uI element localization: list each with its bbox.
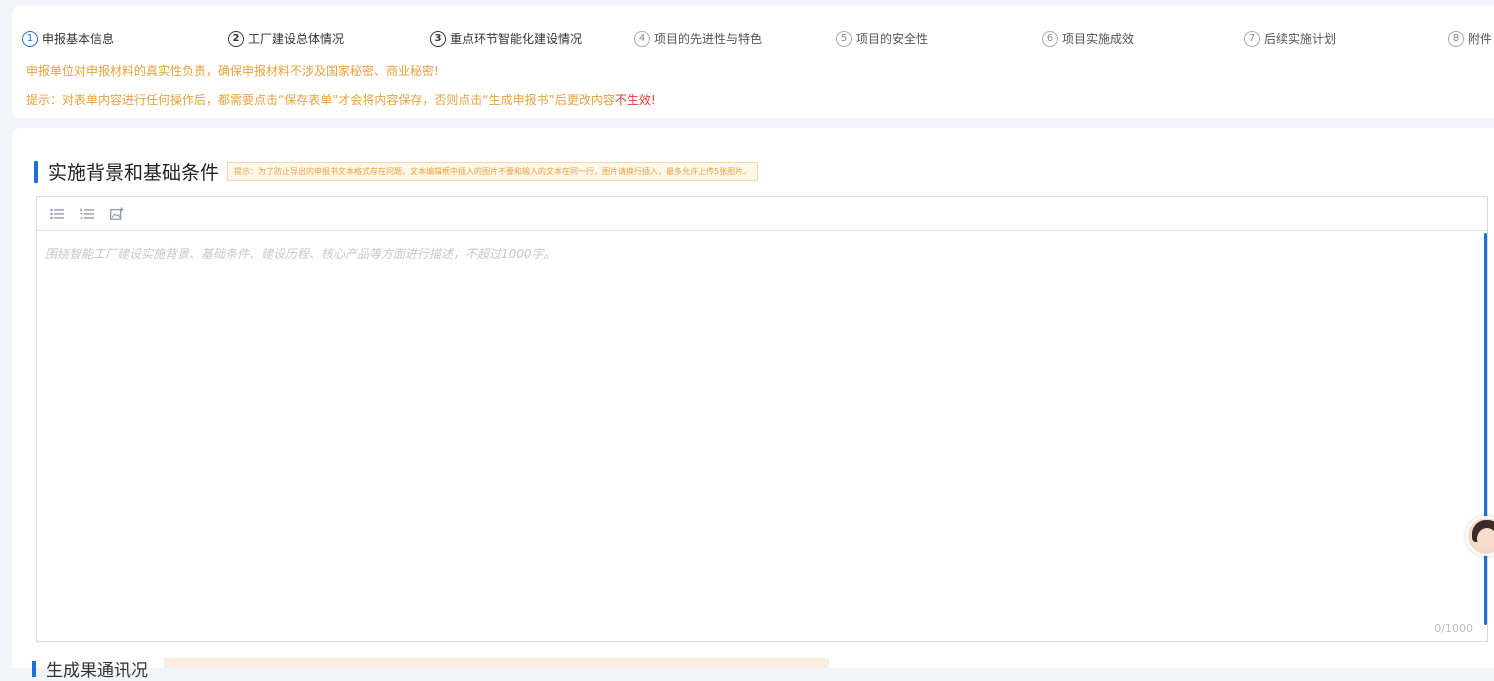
unordered-list-icon[interactable] <box>49 206 65 222</box>
editor-textarea[interactable]: 围绕智能工厂建设实施背景、基础条件、建设历程、核心产品等方面进行描述，不超过10… <box>37 231 1487 641</box>
image-insert-icon[interactable] <box>109 206 125 222</box>
step-label: 项目的安全性 <box>856 32 929 46</box>
char-counter: 0/1000 <box>1434 622 1473 635</box>
step-1[interactable]: 1 申报基本信息 <box>22 30 114 47</box>
step-label: 重点环节智能化建设情况 <box>450 32 583 46</box>
save-hint-warning: 不生效! <box>614 93 656 107</box>
section-title: 实施背景和基础条件 <box>48 162 220 184</box>
step-label: 附件 <box>1468 32 1493 46</box>
step-label: 申报基本信息 <box>42 32 115 46</box>
step-7[interactable]: 7 后续实施计划 <box>1244 30 1336 47</box>
save-hint-text: 提示：对表单内容进行任何操作后，都需要点击“保存表单”才会将内容保存，否则点击“… <box>26 93 615 107</box>
step-4[interactable]: 4 项目的先进性与特色 <box>634 30 762 47</box>
confidentiality-notice: 申报单位对申报材料的真实性负责，确保申报材料不涉及国家秘密、商业秘密! <box>26 64 439 78</box>
step-label: 后续实施计划 <box>1264 32 1337 46</box>
step-5[interactable]: 5 项目的安全性 <box>836 30 928 47</box>
section-accent-bar <box>34 160 38 183</box>
step-number: 1 <box>22 30 38 47</box>
step-number: 3 <box>430 30 446 47</box>
step-6[interactable]: 6 项目实施成效 <box>1042 30 1134 47</box>
editor-scrollbar[interactable] <box>1484 233 1487 625</box>
step-label: 项目的先进性与特色 <box>654 32 763 46</box>
step-2[interactable]: 2 工厂建设总体情况 <box>228 30 344 47</box>
section-header: 实施背景和基础条件 提示：为了防止导出的申报书文本格式存在问题，文本编辑框中插入… <box>34 158 759 185</box>
step-number: 8 <box>1448 30 1464 47</box>
rich-text-editor: 围绕智能工厂建设实施背景、基础条件、建设历程、核心产品等方面进行描述，不超过10… <box>36 196 1488 642</box>
step-label: 项目实施成效 <box>1062 32 1135 46</box>
step-nav: 1 申报基本信息 2 工厂建设总体情况 3 重点环节智能化建设情况 4 项目的先… <box>22 30 1494 50</box>
next-section-header: 生成果通讯况 <box>32 656 829 681</box>
next-section-title: 生成果通讯况 <box>46 661 148 681</box>
header-card: 1 申报基本信息 2 工厂建设总体情况 3 重点环节智能化建设情况 4 项目的先… <box>12 6 1494 118</box>
save-hint: 提示：对表单内容进行任何操作后，都需要点击“保存表单”才会将内容保存，否则点击“… <box>26 91 656 108</box>
editor-placeholder: 围绕智能工厂建设实施背景、基础条件、建设历程、核心产品等方面进行描述，不超过10… <box>45 247 556 261</box>
next-section-tip <box>164 658 829 668</box>
step-number: 4 <box>634 30 650 47</box>
section-accent-bar <box>32 660 36 677</box>
step-number: 6 <box>1042 30 1058 47</box>
editor-toolbar <box>37 197 1487 231</box>
step-3[interactable]: 3 重点环节智能化建设情况 <box>430 30 582 47</box>
step-number: 5 <box>836 30 852 47</box>
form-card: 实施背景和基础条件 提示：为了防止导出的申报书文本格式存在问题，文本编辑框中插入… <box>12 128 1494 668</box>
step-number: 2 <box>228 30 244 47</box>
step-number: 7 <box>1244 30 1260 47</box>
ordered-list-icon[interactable] <box>79 206 95 222</box>
step-label: 工厂建设总体情况 <box>248 32 345 46</box>
section-tip: 提示：为了防止导出的申报书文本格式存在问题，文本编辑框中插入的图片不要和输入的文… <box>227 162 759 181</box>
step-8[interactable]: 8 附件 <box>1448 30 1492 47</box>
